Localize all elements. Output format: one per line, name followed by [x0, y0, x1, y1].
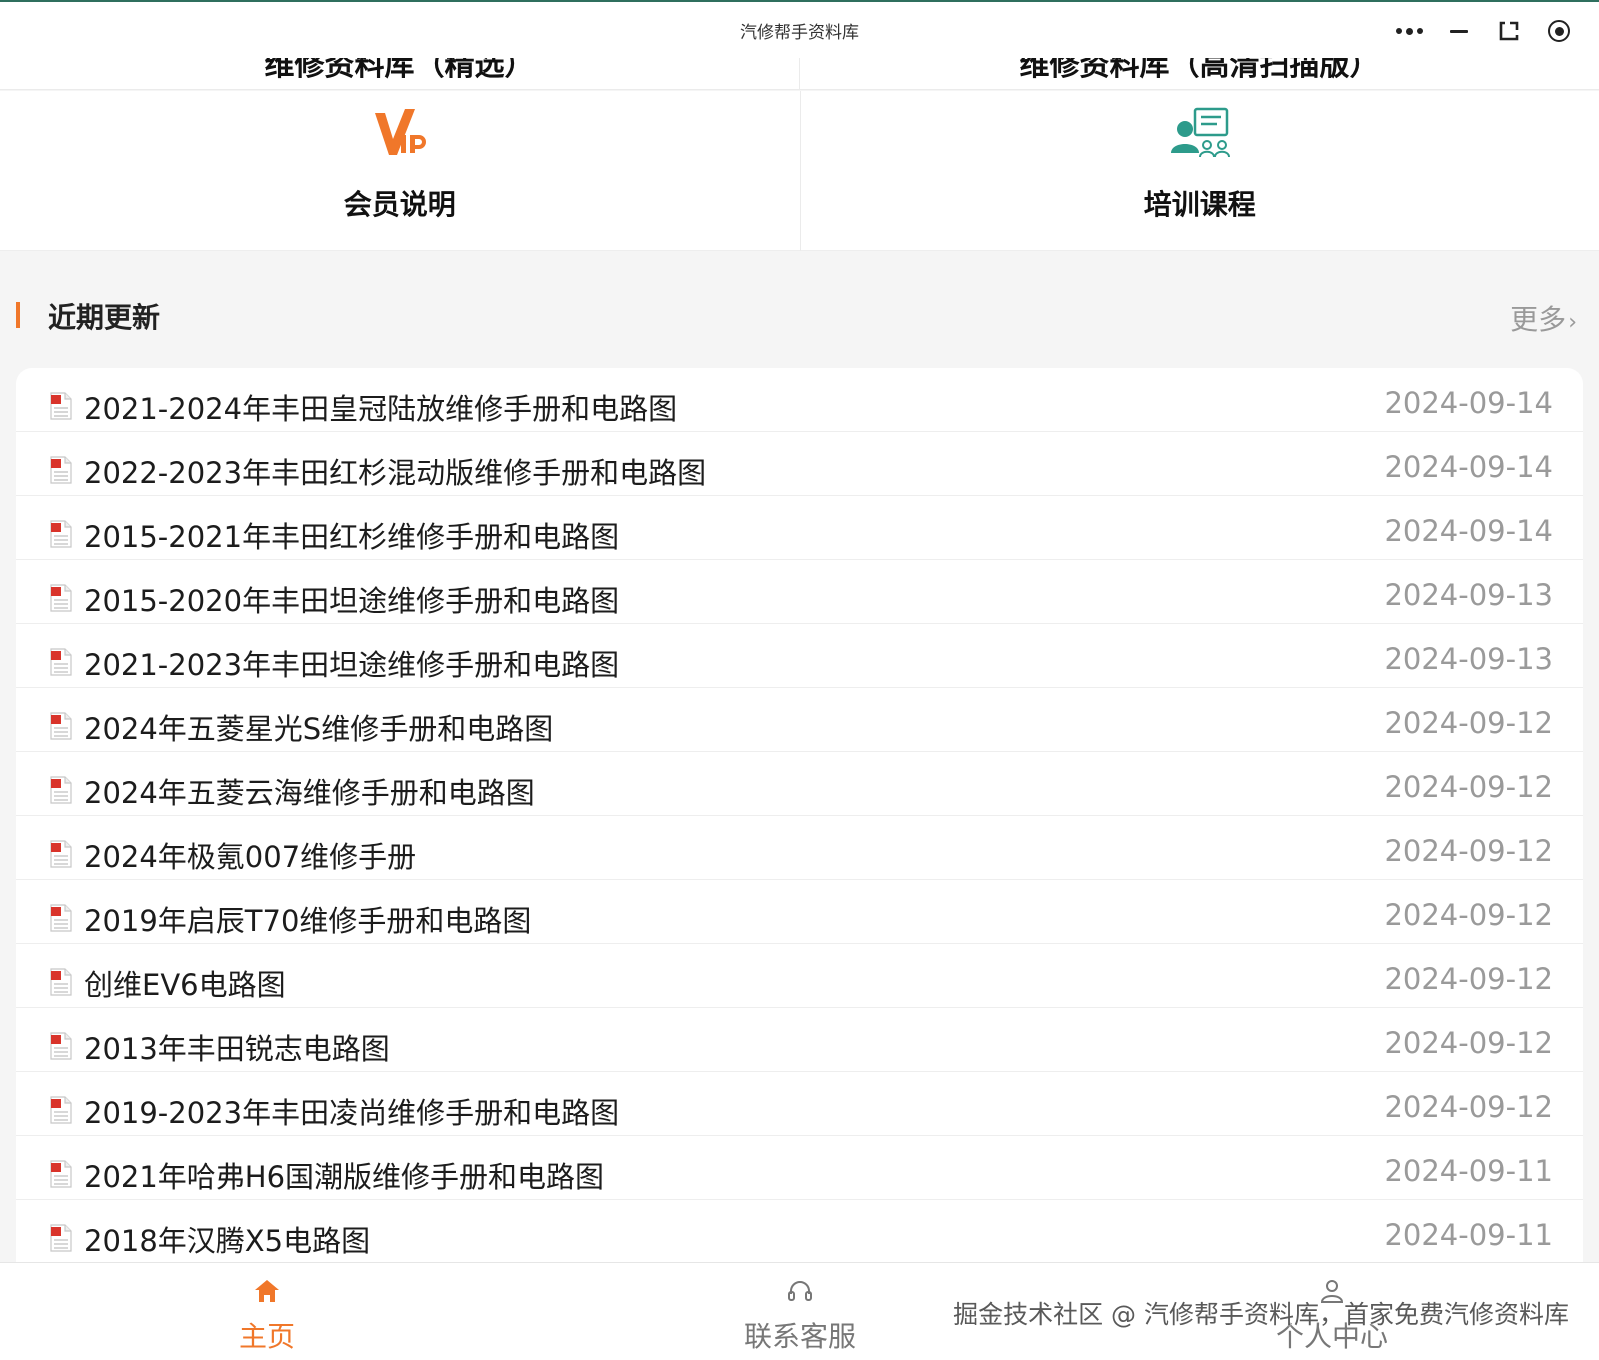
list-item-date: 2024-09-12 — [1384, 1090, 1553, 1124]
app-root: 汽修帮手资料库 维修资料库（精选） 维修资料库（高清扫描版） 会员说明 培训课程… — [0, 0, 1599, 1360]
list-item[interactable]: 创维EV6电路图 2024-09-12 — [16, 944, 1583, 1008]
more-label: 更多 — [1510, 303, 1567, 336]
list-item-date: 2024-09-12 — [1384, 898, 1553, 932]
list-item-date: 2024-09-14 — [1384, 386, 1553, 420]
list-item-date: 2024-09-12 — [1384, 706, 1553, 740]
more-dots-button[interactable] — [1387, 14, 1431, 48]
list-item[interactable]: 2024年五菱云海维修手册和电路图 2024-09-12 — [16, 752, 1583, 816]
more-dots-icon — [1395, 27, 1423, 35]
grid-item-training[interactable]: 培训课程 — [799, 91, 1599, 251]
list-item-date: 2024-09-11 — [1384, 1218, 1553, 1252]
list-item[interactable]: 2021年哈弗H6国潮版维修手册和电路图 2024-09-11 — [16, 1136, 1583, 1200]
tab-home[interactable]: 主页 — [107, 1263, 427, 1360]
headset-icon — [788, 1281, 812, 1301]
pdf-file-icon — [50, 1224, 72, 1252]
list-item-date: 2024-09-14 — [1384, 450, 1553, 484]
grid-item-partial-left[interactable]: 维修资料库（精选） — [0, 58, 799, 84]
list-item-title: 2022-2023年丰田红杉混动版维修手册和电路图 — [84, 456, 707, 490]
list-item-title: 2013年丰田锐志电路图 — [84, 1032, 390, 1066]
list-item-date: 2024-09-11 — [1384, 1154, 1553, 1188]
minimize-icon — [1450, 29, 1468, 33]
list-item-date: 2024-09-13 — [1384, 642, 1553, 676]
feature-grid: 会员说明 培训课程 — [0, 91, 1599, 251]
more-link[interactable]: 更多› — [1510, 298, 1577, 338]
pdf-file-icon — [50, 904, 72, 932]
list-item-date: 2024-09-14 — [1384, 514, 1553, 548]
list-item[interactable]: 2018年汉腾X5电路图 2024-09-11 — [16, 1200, 1583, 1264]
list-item-title: 2021年哈弗H6国潮版维修手册和电路图 — [84, 1160, 605, 1194]
restore-button[interactable] — [1487, 14, 1531, 48]
grid-item-label: 培训课程 — [1143, 188, 1256, 221]
list-item-title: 创维EV6电路图 — [84, 968, 286, 1002]
list-item-title: 2024年五菱星光S维修手册和电路图 — [84, 712, 554, 746]
pdf-file-icon — [50, 1032, 72, 1060]
home-icon — [255, 1280, 279, 1302]
grid-item-partial-right[interactable]: 维修资料库（高清扫描版） — [800, 58, 1599, 84]
window-title: 汽修帮手资料库 — [740, 23, 859, 43]
list-item-title: 2024年五菱云海维修手册和电路图 — [84, 776, 535, 810]
list-item[interactable]: 2015-2020年丰田坦途维修手册和电路图 2024-09-13 — [16, 560, 1583, 624]
list-item[interactable]: 2024年极氪007维修手册 2024-09-12 — [16, 816, 1583, 880]
vip-icon — [374, 109, 426, 155]
training-icon — [1170, 107, 1230, 158]
list-item-date: 2024-09-12 — [1384, 834, 1553, 868]
tab-label: 主页 — [238, 1320, 295, 1353]
recent-updates-header: 近期更新 更多› — [0, 290, 1599, 346]
tab-label: 联系客服 — [743, 1320, 856, 1353]
list-item[interactable]: 2021-2024年丰田皇冠陆放维修手册和电路图 2024-09-14 — [16, 368, 1583, 432]
list-item-date: 2024-09-12 — [1384, 770, 1553, 804]
title-bar: 汽修帮手资料库 — [0, 0, 1599, 58]
list-item[interactable]: 2019年启辰T70维修手册和电路图 2024-09-12 — [16, 880, 1583, 944]
section-accent-bar — [16, 302, 20, 328]
pdf-file-icon — [50, 712, 72, 740]
minimize-button[interactable] — [1437, 14, 1481, 48]
list-item[interactable]: 2013年丰田锐志电路图 2024-09-12 — [16, 1008, 1583, 1072]
watermark-text: 掘金技术社区 @ 汽修帮手资料库，首家免费汽修资料库 — [953, 1300, 1569, 1329]
pdf-file-icon — [50, 840, 72, 868]
list-item[interactable]: 2021-2023年丰田坦途维修手册和电路图 2024-09-13 — [16, 624, 1583, 688]
bottom-tab-bar: 主页 联系客服 个人中心 掘金技术社区 @ 汽修帮手资料库，首家免费汽修资料库 — [0, 1262, 1599, 1360]
grid-item-membership[interactable]: 会员说明 — [0, 91, 800, 251]
pdf-file-icon — [50, 584, 72, 612]
pdf-file-icon — [50, 392, 72, 420]
list-item-date: 2024-09-12 — [1384, 962, 1553, 996]
tab-contact-service[interactable]: 联系客服 — [640, 1263, 960, 1360]
pdf-file-icon — [50, 968, 72, 996]
list-item-title: 2015-2021年丰田红杉维修手册和电路图 — [84, 520, 620, 554]
list-item-title: 2015-2020年丰田坦途维修手册和电路图 — [84, 584, 620, 618]
list-item-title: 2019-2023年丰田凌尚维修手册和电路图 — [84, 1096, 620, 1130]
list-item[interactable]: 2015-2021年丰田红杉维修手册和电路图 2024-09-14 — [16, 496, 1583, 560]
list-item[interactable]: 2019-2023年丰田凌尚维修手册和电路图 2024-09-12 — [16, 1072, 1583, 1136]
pdf-file-icon — [50, 520, 72, 548]
list-item[interactable]: 2022-2023年丰田红杉混动版维修手册和电路图 2024-09-14 — [16, 432, 1583, 496]
pdf-file-icon — [50, 1160, 72, 1188]
list-item-title: 2018年汉腾X5电路图 — [84, 1224, 371, 1258]
pdf-file-icon — [50, 456, 72, 484]
list-item-title: 2021-2023年丰田坦途维修手册和电路图 — [84, 648, 620, 682]
recent-updates-list: 2021-2024年丰田皇冠陆放维修手册和电路图 2024-09-14 2022-2… — [16, 368, 1583, 1272]
target-icon — [1548, 20, 1570, 42]
list-item-title: 2021-2024年丰田皇冠陆放维修手册和电路图 — [84, 392, 678, 426]
section-title: 近期更新 — [48, 301, 161, 334]
pdf-file-icon — [50, 648, 72, 676]
close-target-button[interactable] — [1537, 14, 1581, 48]
list-item-title: 2024年极氪007维修手册 — [84, 840, 417, 874]
list-item-title: 2019年启辰T70维修手册和电路图 — [84, 904, 532, 938]
grid-item-label: 会员说明 — [343, 188, 456, 221]
window-capsule — [1387, 12, 1581, 50]
cutoff-grid-row: 维修资料库（精选） 维修资料库（高清扫描版） — [0, 58, 1599, 90]
list-item-date: 2024-09-13 — [1384, 578, 1553, 612]
restore-icon — [1499, 21, 1519, 41]
list-item[interactable]: 2024年五菱星光S维修手册和电路图 2024-09-12 — [16, 688, 1583, 752]
pdf-file-icon — [50, 776, 72, 804]
pdf-file-icon — [50, 1096, 72, 1124]
chevron-right-icon: › — [1568, 310, 1577, 335]
list-item-date: 2024-09-12 — [1384, 1026, 1553, 1060]
